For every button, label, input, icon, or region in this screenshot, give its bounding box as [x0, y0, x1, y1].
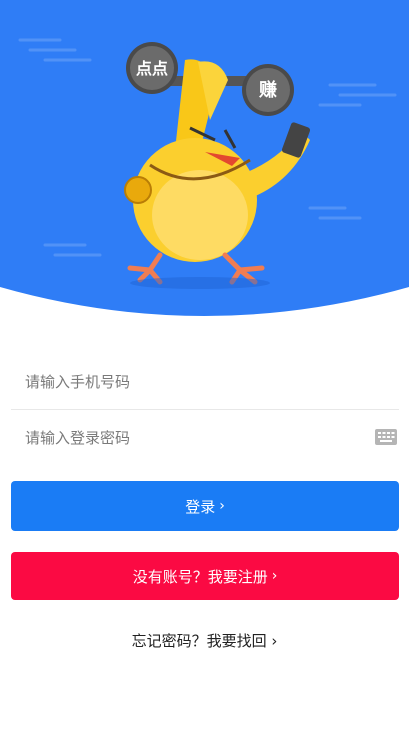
register-button-label: 没有账号？我要注册	[132, 567, 268, 586]
phone-input[interactable]	[23, 372, 347, 392]
password-field[interactable]	[11, 410, 399, 466]
svg-text:点点: 点点	[136, 59, 168, 78]
chevron-right-icon: ›	[219, 498, 225, 514]
svg-text:赚: 赚	[258, 79, 277, 101]
login-button[interactable]: 登录 ›	[11, 481, 399, 531]
forgot-password-link[interactable]: 忘记密码？我要找回 ›	[0, 630, 409, 651]
phone-field[interactable]	[11, 354, 399, 410]
chevron-right-icon: ›	[271, 632, 278, 650]
password-input[interactable]	[23, 428, 347, 448]
login-button-label: 登录	[185, 497, 216, 516]
forgot-password-label: 忘记密码？我要找回	[131, 632, 267, 650]
chevron-right-icon: ›	[271, 568, 278, 584]
hero-banner: 点点 赚	[0, 0, 409, 330]
keyboard-icon[interactable]	[375, 428, 397, 446]
register-button[interactable]: 没有账号？我要注册 ›	[11, 552, 399, 600]
